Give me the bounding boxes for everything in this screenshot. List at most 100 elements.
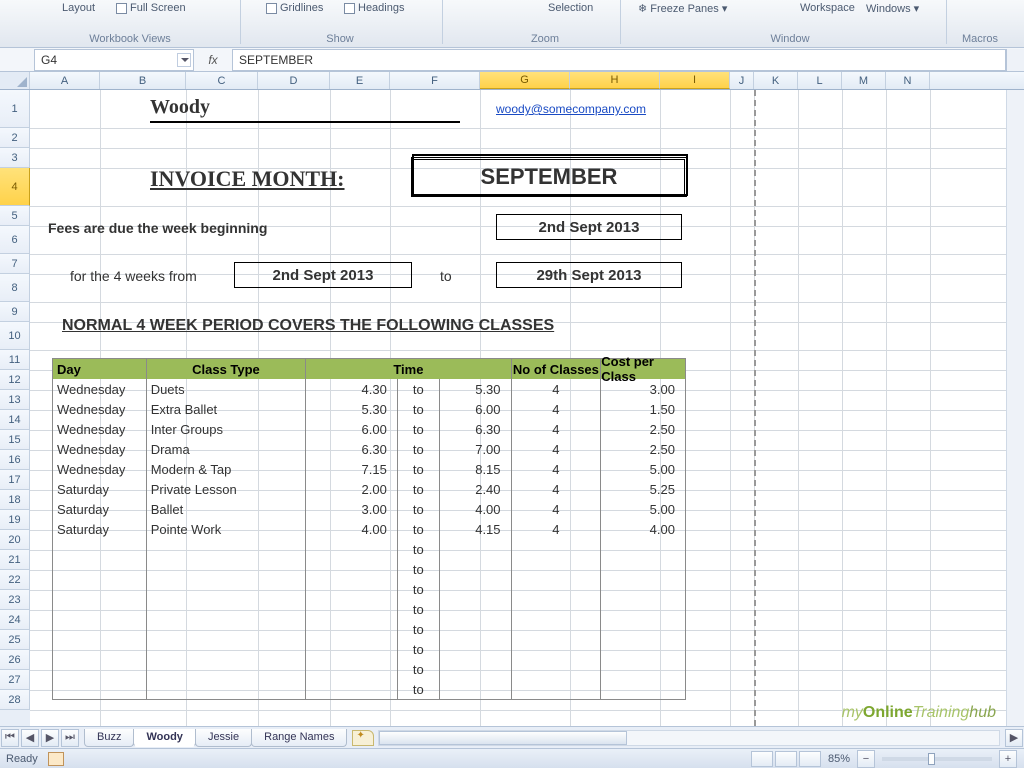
row-header-11[interactable]: 11 — [0, 350, 30, 370]
tab-nav-next[interactable]: ▶ — [41, 729, 59, 747]
col-header-H[interactable]: H — [570, 72, 660, 89]
row-header-25[interactable]: 25 — [0, 630, 30, 650]
sheet-tab-range-names[interactable]: Range Names — [251, 729, 347, 747]
tab-nav-first[interactable]: ⏮ — [1, 729, 19, 747]
row-header-15[interactable]: 15 — [0, 430, 30, 450]
table-row[interactable]: WednesdayDrama6.30to7.0042.50 — [53, 439, 685, 459]
row-header-4[interactable]: 4 — [0, 168, 30, 206]
row-header-3[interactable]: 3 — [0, 148, 30, 168]
freeze-panes-button[interactable]: ❄ Freeze Panes ▾ — [638, 2, 727, 15]
row-header-10[interactable]: 10 — [0, 322, 30, 350]
table-row[interactable]: SaturdayBallet3.00to4.0045.00 — [53, 499, 685, 519]
table-row[interactable]: to — [53, 539, 685, 559]
row-header-1[interactable]: 1 — [0, 90, 30, 128]
table-row[interactable]: to — [53, 559, 685, 579]
row-header-14[interactable]: 14 — [0, 410, 30, 430]
row-header-27[interactable]: 27 — [0, 670, 30, 690]
row-header-18[interactable]: 18 — [0, 490, 30, 510]
row-header-24[interactable]: 24 — [0, 610, 30, 630]
table-row[interactable]: WednesdayExtra Ballet5.30to6.0041.50 — [53, 399, 685, 419]
table-row[interactable]: SaturdayPrivate Lesson2.00to2.4045.25 — [53, 479, 685, 499]
row-header-22[interactable]: 22 — [0, 570, 30, 590]
col-header-F[interactable]: F — [390, 72, 480, 89]
from-date[interactable]: 2nd Sept 2013 — [234, 262, 412, 288]
col-header-I[interactable]: I — [660, 72, 730, 89]
row-header-17[interactable]: 17 — [0, 470, 30, 490]
sheet-tab-buzz[interactable]: Buzz — [84, 729, 134, 747]
gridlines-toggle[interactable]: Gridlines — [266, 2, 323, 14]
zoom-thumb[interactable] — [928, 753, 935, 765]
row-header-19[interactable]: 19 — [0, 510, 30, 530]
sheet-tab-woody[interactable]: Woody — [133, 729, 195, 747]
view-page-layout-icon[interactable] — [775, 751, 797, 767]
row-header-12[interactable]: 12 — [0, 370, 30, 390]
table-row[interactable]: WednesdayModern & Tap7.15to8.1545.00 — [53, 459, 685, 479]
view-page-break-icon[interactable] — [799, 751, 821, 767]
row-header-16[interactable]: 16 — [0, 450, 30, 470]
row-header-9[interactable]: 9 — [0, 302, 30, 322]
layout-button[interactable]: Layout — [62, 2, 95, 14]
full-screen-button[interactable]: Full Screen — [116, 2, 186, 14]
to-date[interactable]: 29th Sept 2013 — [496, 262, 682, 288]
col-header-E[interactable]: E — [330, 72, 390, 89]
row-header-2[interactable]: 2 — [0, 128, 30, 148]
formula-expand-icon[interactable] — [1006, 49, 1024, 71]
formula-input[interactable]: SEPTEMBER — [232, 49, 1006, 71]
row-header-20[interactable]: 20 — [0, 530, 30, 550]
col-header-L[interactable]: L — [798, 72, 842, 89]
table-row[interactable]: to — [53, 579, 685, 599]
tab-nav-last[interactable]: ⏭ — [61, 729, 79, 747]
col-header-G[interactable]: G — [480, 72, 570, 89]
macro-record-icon[interactable] — [48, 752, 64, 766]
table-row[interactable]: to — [53, 679, 685, 699]
row-header-8[interactable]: 8 — [0, 274, 30, 302]
fx-icon[interactable]: fx — [194, 53, 232, 67]
cells-area[interactable]: Woody woody@somecompany.com INVOICE MONT… — [30, 90, 1024, 726]
table-row[interactable]: to — [53, 639, 685, 659]
row-header-28[interactable]: 28 — [0, 690, 30, 710]
zoom-out-icon[interactable]: − — [857, 750, 875, 768]
insert-sheet-icon[interactable] — [352, 730, 374, 746]
row-header-23[interactable]: 23 — [0, 590, 30, 610]
table-row[interactable]: to — [53, 619, 685, 639]
row-header-21[interactable]: 21 — [0, 550, 30, 570]
row-header-7[interactable]: 7 — [0, 254, 30, 274]
scroll-right-icon[interactable]: ▶ — [1005, 729, 1023, 747]
table-row[interactable]: WednesdayInter Groups6.00to6.3042.50 — [53, 419, 685, 439]
col-header-J[interactable]: J — [730, 72, 754, 89]
col-header-D[interactable]: D — [258, 72, 330, 89]
spreadsheet-grid[interactable]: 1234567891011121314151617181920212223242… — [0, 90, 1024, 726]
col-header-B[interactable]: B — [100, 72, 186, 89]
tab-nav-prev[interactable]: ◀ — [21, 729, 39, 747]
vertical-scrollbar[interactable] — [1006, 90, 1024, 726]
table-row[interactable]: to — [53, 659, 685, 679]
row-header-13[interactable]: 13 — [0, 390, 30, 410]
zoom-slider[interactable] — [882, 757, 992, 761]
dropdown-icon[interactable] — [177, 53, 191, 67]
table-row[interactable]: WednesdayDuets4.30to5.3043.00 — [53, 379, 685, 399]
col-header-K[interactable]: K — [754, 72, 798, 89]
zoom-value[interactable]: 85% — [828, 753, 850, 765]
col-header-N[interactable]: N — [886, 72, 930, 89]
email-link[interactable]: woody@somecompany.com — [496, 102, 646, 116]
select-all-corner[interactable] — [0, 72, 30, 89]
headings-toggle[interactable]: Headings — [344, 2, 404, 14]
table-row[interactable]: SaturdayPointe Work4.00to4.1544.00 — [53, 519, 685, 539]
windows-button[interactable]: Windows ▾ — [866, 2, 919, 15]
scroll-thumb[interactable] — [379, 731, 627, 745]
zoom-in-icon[interactable]: + — [999, 750, 1017, 768]
row-header-6[interactable]: 6 — [0, 226, 30, 254]
row-header-5[interactable]: 5 — [0, 206, 30, 226]
fees-due-date[interactable]: 2nd Sept 2013 — [496, 214, 682, 240]
col-header-A[interactable]: A — [30, 72, 100, 89]
sheet-tab-jessie[interactable]: Jessie — [195, 729, 252, 747]
view-normal-icon[interactable] — [751, 751, 773, 767]
name-box[interactable]: G4 — [34, 49, 194, 71]
zoom-selection-button[interactable]: Selection — [548, 2, 593, 14]
col-header-C[interactable]: C — [186, 72, 258, 89]
workspace-button[interactable]: Workspace — [800, 2, 855, 14]
horizontal-scrollbar[interactable] — [378, 730, 1000, 746]
col-header-M[interactable]: M — [842, 72, 886, 89]
row-header-26[interactable]: 26 — [0, 650, 30, 670]
table-row[interactable]: to — [53, 599, 685, 619]
